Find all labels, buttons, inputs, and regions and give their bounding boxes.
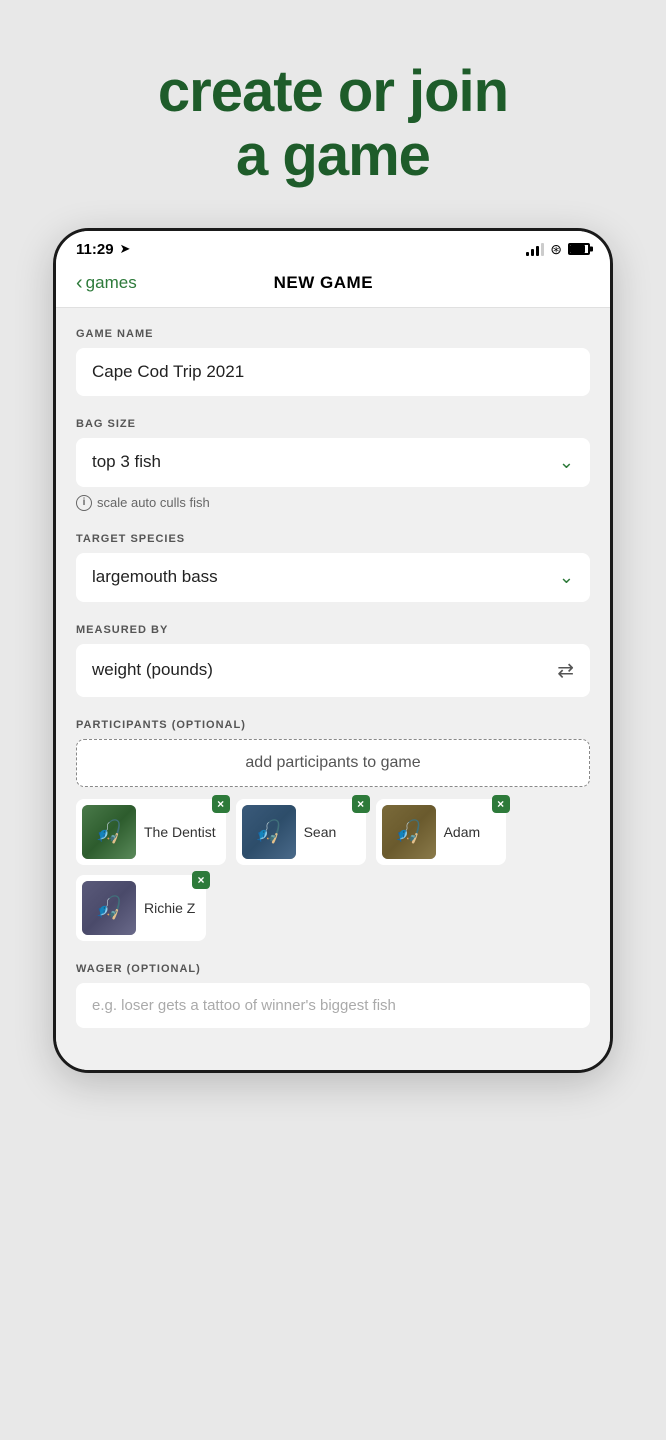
measured-by-value: weight (pounds) [76,646,541,694]
participant-name: Richie Z [144,900,195,916]
remove-participant-button[interactable]: × [492,795,510,813]
battery-icon [568,243,590,255]
participant-photo [82,881,136,935]
back-label: games [86,273,137,293]
hero-title: create or join a game [40,60,626,188]
wager-label: WAGER (optional) [76,963,590,975]
bag-size-hint: i scale auto culls fish [76,495,590,511]
participant-avatar [82,805,136,859]
remove-participant-button[interactable]: × [212,795,230,813]
target-species-select[interactable]: largemouth bass ⌄ [76,553,590,602]
remove-participant-button[interactable]: × [192,871,210,889]
status-icons: ⊛ [526,241,590,258]
add-participants-button[interactable]: add participants to game [76,739,590,787]
wager-input[interactable]: e.g. loser gets a tattoo of winner's big… [76,983,590,1028]
participant-avatar [382,805,436,859]
participant-card: Adam × [376,799,506,865]
measured-by-section: MEASURED BY weight (pounds) ⇄ [76,624,590,697]
chevron-left-icon: ‹ [76,272,83,295]
target-species-label: TARGET SPECIES [76,533,590,545]
participant-avatar [242,805,296,859]
bag-size-select[interactable]: top 3 fish ⌄ [76,438,590,487]
participant-photo [242,805,296,859]
measured-by-selector[interactable]: weight (pounds) ⇄ [76,644,590,697]
participant-photo [82,805,136,859]
signal-icon [526,242,544,256]
participant-card: Richie Z × [76,875,206,941]
participants-section: PARTICIPANTS (optional) add participants… [76,719,590,941]
bag-size-value: top 3 fish [76,438,543,486]
participant-photo [382,805,436,859]
game-name-label: GAME NAME [76,328,590,340]
back-button[interactable]: ‹ games [76,272,137,295]
participant-card: The Dentist × [76,799,226,865]
participant-name: The Dentist [144,824,216,840]
wifi-icon: ⊛ [550,241,562,258]
game-name-input[interactable]: Cape Cod Trip 2021 [76,348,590,396]
info-icon: i [76,495,92,511]
location-icon: ➤ [120,241,131,257]
nav-title: NEW GAME [274,273,373,293]
swap-icon[interactable]: ⇄ [541,644,590,697]
phone-mockup: 11:29 ➤ ⊛ ‹ games NEW GAME GAME [53,228,613,1073]
participants-grid: The Dentist × Sean × Adam [76,799,590,941]
chevron-down-icon: ⌄ [543,553,590,602]
participant-card: Sean × [236,799,366,865]
bag-size-label: BAG SIZE [76,418,590,430]
nav-bar: ‹ games NEW GAME [56,264,610,308]
participants-label: PARTICIPANTS (optional) [76,719,590,731]
form-content: GAME NAME Cape Cod Trip 2021 BAG SIZE to… [56,308,610,1070]
measured-by-label: MEASURED BY [76,624,590,636]
remove-participant-button[interactable]: × [352,795,370,813]
status-time: 11:29 [76,241,114,258]
game-name-section: GAME NAME Cape Cod Trip 2021 [76,328,590,396]
participant-name: Adam [444,824,481,840]
wager-section: WAGER (optional) e.g. loser gets a tatto… [76,963,590,1028]
participant-avatar [82,881,136,935]
participant-name: Sean [304,824,337,840]
status-bar: 11:29 ➤ ⊛ [56,231,610,264]
target-species-section: TARGET SPECIES largemouth bass ⌄ [76,533,590,602]
bag-size-section: BAG SIZE top 3 fish ⌄ i scale auto culls… [76,418,590,511]
target-species-value: largemouth bass [76,553,543,601]
hero-section: create or join a game [0,0,666,228]
chevron-down-icon: ⌄ [543,438,590,487]
hint-text: scale auto culls fish [97,495,210,510]
